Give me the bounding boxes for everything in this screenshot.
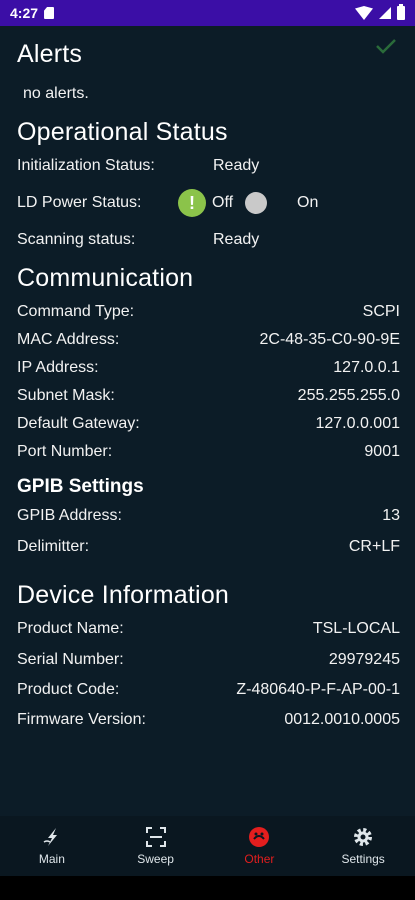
nav-label: Other <box>244 852 275 866</box>
ld-power-off-label: Off <box>212 194 234 211</box>
warning-icon: ! <box>178 189 206 217</box>
comm-value: 127.0.0.1 <box>333 359 400 376</box>
device-label: Firmware Version: <box>17 711 146 728</box>
comm-label: Subnet Mask: <box>17 387 115 404</box>
comm-row: MAC Address: 2C-48-35-C0-90-9E <box>17 331 400 349</box>
init-status-value: Ready <box>213 157 260 174</box>
device-info-title: Device Information <box>17 581 230 609</box>
main-content: Alerts no alerts. Operational Status Ini… <box>0 26 415 816</box>
battery-icon <box>397 4 405 20</box>
gpib-row: GPIB Address: 13 <box>17 507 400 525</box>
other-icon <box>249 827 270 847</box>
main-icon <box>43 828 57 846</box>
comm-label: Command Type: <box>17 303 135 320</box>
scanning-status-label: Scanning status: <box>17 231 136 248</box>
device-value: Z-480640-P-F-AP-00-1 <box>236 681 400 698</box>
sd-card-icon <box>44 7 55 19</box>
comm-value: 9001 <box>364 443 400 460</box>
device-label: Serial Number: <box>17 651 124 668</box>
ld-power-row: LD Power Status: ! Off On <box>17 189 407 217</box>
communication-title: Communication <box>17 264 194 292</box>
comm-label: Default Gateway: <box>17 415 140 432</box>
init-status-row: Initialization Status: Ready <box>17 157 400 175</box>
init-status-label: Initialization Status: <box>17 157 155 174</box>
alerts-title: Alerts <box>17 40 83 68</box>
gpib-value: CR+LF <box>348 538 400 555</box>
comm-value: 127.0.0.001 <box>315 415 400 432</box>
operational-status-title: Operational Status <box>17 118 228 146</box>
gpib-label: Delimitter: <box>17 538 90 555</box>
device-row: Product Name: TSL-LOCAL <box>17 620 400 638</box>
system-navigation-bar <box>0 876 415 900</box>
ld-power-toggle[interactable] <box>245 192 268 214</box>
comm-value: SCPI <box>362 303 400 320</box>
gpib-settings-title: GPIB Settings <box>17 476 144 497</box>
device-row: Firmware Version: 0012.0010.0005 <box>17 711 400 729</box>
gpib-label: GPIB Address: <box>17 507 122 524</box>
sweep-icon <box>145 827 166 847</box>
scanning-status-row: Scanning status: Ready <box>17 231 400 249</box>
device-value: 0012.0010.0005 <box>284 711 400 728</box>
nav-item-sweep[interactable]: Sweep <box>104 816 208 876</box>
comm-row: Command Type: SCPI <box>17 303 400 321</box>
ld-power-on-label: On <box>297 194 319 211</box>
scanning-status-value: Ready <box>213 231 260 248</box>
nav-label: Settings <box>341 852 385 866</box>
device-row: Product Code: Z-480640-P-F-AP-00-1 <box>17 681 400 699</box>
comm-label: IP Address: <box>17 359 99 376</box>
comm-row: Subnet Mask: 255.255.255.0 <box>17 387 400 405</box>
status-time: 4:27 <box>10 5 39 21</box>
bottom-navigation: Main Sweep Other Settings <box>0 816 415 876</box>
nav-item-other[interactable]: Other <box>208 816 312 876</box>
comm-value: 2C-48-35-C0-90-9E <box>259 331 400 348</box>
wifi-icon <box>355 6 373 20</box>
device-row: Serial Number: 29979245 <box>17 651 400 669</box>
alerts-message: no alerts. <box>23 85 89 102</box>
signal-icon <box>379 7 391 19</box>
nav-item-main[interactable]: Main <box>0 816 104 876</box>
gpib-value: 13 <box>382 507 400 524</box>
comm-value: 255.255.255.0 <box>297 387 400 404</box>
gear-icon <box>354 828 373 846</box>
ld-power-label: LD Power Status: <box>17 194 142 211</box>
device-value: 29979245 <box>328 651 400 668</box>
nav-label: Sweep <box>137 852 174 866</box>
device-value: TSL-LOCAL <box>312 620 400 637</box>
gpib-row: Delimitter: CR+LF <box>17 538 400 556</box>
comm-row: IP Address: 127.0.0.1 <box>17 359 400 377</box>
check-icon <box>376 39 396 54</box>
nav-item-settings[interactable]: Settings <box>311 816 415 876</box>
comm-label: Port Number: <box>17 443 113 460</box>
comm-row: Default Gateway: 127.0.0.001 <box>17 415 400 433</box>
device-label: Product Name: <box>17 620 124 637</box>
nav-label: Main <box>38 852 65 866</box>
device-label: Product Code: <box>17 681 120 698</box>
comm-row: Port Number: 9001 <box>17 443 400 461</box>
comm-label: MAC Address: <box>17 331 120 348</box>
status-bar: 4:27 <box>0 0 415 26</box>
